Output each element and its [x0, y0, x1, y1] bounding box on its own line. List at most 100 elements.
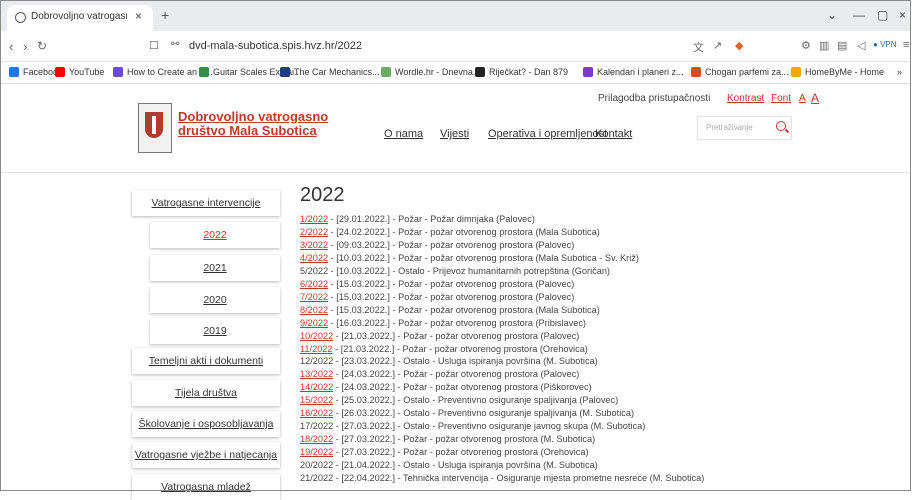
bookmark-car-mechanics[interactable]: The Car Mechanics...	[294, 67, 380, 77]
intervention-number: 20/2022	[300, 460, 334, 471]
forward-icon[interactable]: ›	[23, 39, 27, 54]
sidebar-item-section-5[interactable]: Temeljni akti i dokumenti	[132, 348, 280, 374]
intervention-number-link[interactable]: 8/2022	[300, 305, 328, 315]
list-item: 11/2022 - [21.03.2022.] - Požar - požar …	[300, 344, 588, 354]
intervention-number-link[interactable]: 16/2022	[300, 408, 333, 418]
share-icon[interactable]: ↗	[713, 39, 722, 52]
back-icon[interactable]: ‹	[9, 39, 13, 54]
intervention-number-link[interactable]: 7/2022	[300, 292, 328, 302]
sidebar-item-year-2019[interactable]: 2019	[150, 318, 280, 344]
sidebar-item-section-6[interactable]: Tijela društva	[132, 380, 280, 406]
nav-vijesti[interactable]: Vijesti	[440, 128, 469, 140]
contrast-link[interactable]: Kontrast	[727, 93, 764, 104]
intervention-description: - [24.03.2022.] - Požar - požar otvoreno…	[333, 369, 580, 380]
bookmark-homebyme-icon	[791, 67, 801, 77]
list-item: 10/2022 - [21.03.2022.] - Požar - požar …	[300, 331, 579, 341]
bookmarks-overflow-icon[interactable]: »	[897, 67, 902, 77]
chevron-down-icon[interactable]: ⌄	[827, 8, 837, 22]
intervention-number-link[interactable]: 9/2022	[300, 318, 328, 328]
vpn-badge[interactable]: ● VPN	[873, 40, 897, 49]
sidebar-item-year-2020[interactable]: 2020	[150, 287, 280, 313]
site-title-line-2[interactable]: društvo Mala Subotica	[178, 124, 338, 138]
bookmark-kalendari[interactable]: Kalendari i planeri z...	[597, 67, 684, 77]
bookmark-homebyme[interactable]: HomeByMe - Home	[805, 67, 884, 77]
sidebar-item-label: 2020	[203, 294, 227, 306]
minimize-icon[interactable]: —	[853, 8, 865, 22]
reload-icon[interactable]: ↻	[37, 39, 47, 53]
bookmark-chogan[interactable]: Chogan parfemi za...	[705, 67, 789, 77]
sidebar-item-section-9[interactable]: Vatrogasna mladež	[132, 474, 280, 500]
sidebar-item-intervencije[interactable]: Vatrogasne intervencije	[132, 190, 280, 216]
bookmark-rijeckat[interactable]: Riječkat? - Dan 879	[489, 67, 568, 77]
intervention-number-link[interactable]: 3/2022	[300, 240, 328, 250]
intervention-number-link[interactable]: 1/2022	[300, 214, 328, 224]
list-item: 16/2022 - [26.03.2022.] - Ostalo - Preve…	[300, 408, 634, 418]
extensions-icon[interactable]: ⚙	[801, 39, 811, 52]
intervention-number-link[interactable]: 2/2022	[300, 227, 328, 237]
intervention-description: - [15.03.2022.] - Požar - požar otvoreno…	[328, 304, 600, 315]
logo-icon[interactable]	[138, 103, 172, 153]
bookmark-kalendari-icon	[583, 67, 593, 77]
nav-o-nama[interactable]: O nama	[384, 128, 423, 140]
url-field[interactable]: dvd-mala-subotica.spis.hvz.hr/2022	[189, 40, 362, 52]
sidebar-icon[interactable]: ▥	[819, 39, 829, 52]
list-item: 20/2022 - [21.04.2022.] - Ostalo - Uslug…	[300, 460, 598, 470]
intervention-number-link[interactable]: 18/2022	[300, 434, 333, 444]
bookmark-chogan-icon	[691, 67, 701, 77]
intervention-number-link[interactable]: 11/2022	[300, 344, 333, 354]
intervention-number-link[interactable]: 13/2022	[300, 369, 333, 379]
translate-icon[interactable]: 文	[693, 39, 704, 55]
site-settings-icon[interactable]: ⚯	[171, 39, 179, 50]
font-small-link[interactable]: A	[799, 93, 806, 104]
sidebar-item-label: Vatrogasne intervencije	[151, 197, 261, 209]
nav-operativa[interactable]: Operativa i opremljenost	[488, 128, 607, 140]
font-large-link[interactable]: A	[811, 91, 819, 105]
intervention-number-link[interactable]: 6/2022	[300, 279, 328, 289]
tab-close-icon[interactable]: ×	[135, 9, 142, 23]
site-title-line-1[interactable]: Dobrovoljno vatrogasno	[178, 110, 338, 124]
bookmark-wordle[interactable]: Wordle.hr - Dnevna...	[395, 67, 480, 77]
intervention-description: - [29.01.2022.] - Požar - Požar dimnjaka…	[328, 214, 535, 224]
browser-tab-strip: Dobrovoljno vatrogasno društv × + ⌄ — ▢ …	[1, 1, 911, 31]
menu-icon[interactable]: ≡	[903, 39, 909, 51]
bookmark-youtube[interactable]: YouTube	[69, 67, 104, 77]
intervention-description: - [23.03.2022.] - Ostalo - Usluga ispira…	[333, 356, 598, 367]
intervention-description: - [21.03.2022.] - Požar - požar otvoreno…	[333, 330, 580, 341]
logo-cross	[152, 116, 156, 134]
list-item: 8/2022 - [15.03.2022.] - Požar - požar o…	[300, 305, 600, 315]
browser-tab[interactable]: Dobrovoljno vatrogasno društv ×	[7, 5, 153, 31]
restore-icon[interactable]: ▢	[877, 8, 888, 22]
intervention-number-link[interactable]: 14/2022	[300, 382, 333, 392]
bookmark-page-icon[interactable]: ☐	[149, 39, 159, 52]
intervention-description: - [27.03.2022.] - Požar - požar otvoreno…	[333, 434, 596, 445]
sidebar-item-year-2022[interactable]: 2022	[150, 222, 280, 248]
intervention-description: - [21.04.2022.] - Ostalo - Usluga ispira…	[333, 460, 598, 471]
search-placeholder: Pretraživanje	[706, 123, 753, 132]
list-item: 4/2022 - [10.03.2022.] - Požar - požar o…	[300, 253, 639, 263]
close-window-icon[interactable]: ×	[899, 8, 906, 22]
intervention-description: - [22.04.2022.] - Tehnička intervencija …	[333, 473, 705, 483]
intervention-number-link[interactable]: 10/2022	[300, 331, 333, 341]
tabs-icon[interactable]: ▤	[837, 39, 847, 52]
intervention-description: - [27.03.2022.] - Požar - požar otvoreno…	[333, 447, 589, 458]
intervention-number: 21/2022	[300, 473, 334, 483]
intervention-description: - [24.03.2022.] - Požar - požar otvoreno…	[333, 382, 592, 393]
intervention-number-link[interactable]: 15/2022	[300, 395, 333, 405]
sidebar-item-label: 2022	[203, 229, 227, 241]
list-item: 15/2022 - [25.03.2022.] - Ostalo - Preve…	[300, 395, 618, 405]
list-item: 9/2022 - [16.03.2022.] - Požar - požar o…	[300, 318, 586, 328]
vpn-shield-icon[interactable]: ◆	[735, 39, 743, 52]
sidebar-item-year-2021[interactable]: 2021	[150, 255, 280, 281]
list-item: 1/2022 - [29.01.2022.] - Požar - Požar d…	[300, 214, 535, 224]
search-icon[interactable]	[776, 121, 786, 131]
list-item: 2/2022 - [24.02.2022.] - Požar - požar o…	[300, 227, 600, 237]
address-bar-row: ‹ › ↻ ☐ ⚯ dvd-mala-subotica.spis.hvz.hr/…	[1, 31, 911, 62]
intervention-number-link[interactable]: 19/2022	[300, 447, 333, 457]
new-tab-icon[interactable]: +	[161, 7, 169, 23]
font-link[interactable]: Font	[771, 93, 791, 104]
sidebar-item-section-8[interactable]: Vatrogasne vježbe i natjecanja	[132, 442, 280, 468]
nav-kontakt[interactable]: Kontakt	[595, 128, 632, 140]
sidebar-item-section-7[interactable]: Školovanje i osposobljavanja	[132, 411, 280, 437]
wallet-icon[interactable]: ◁	[857, 39, 865, 52]
intervention-number-link[interactable]: 4/2022	[300, 253, 328, 263]
